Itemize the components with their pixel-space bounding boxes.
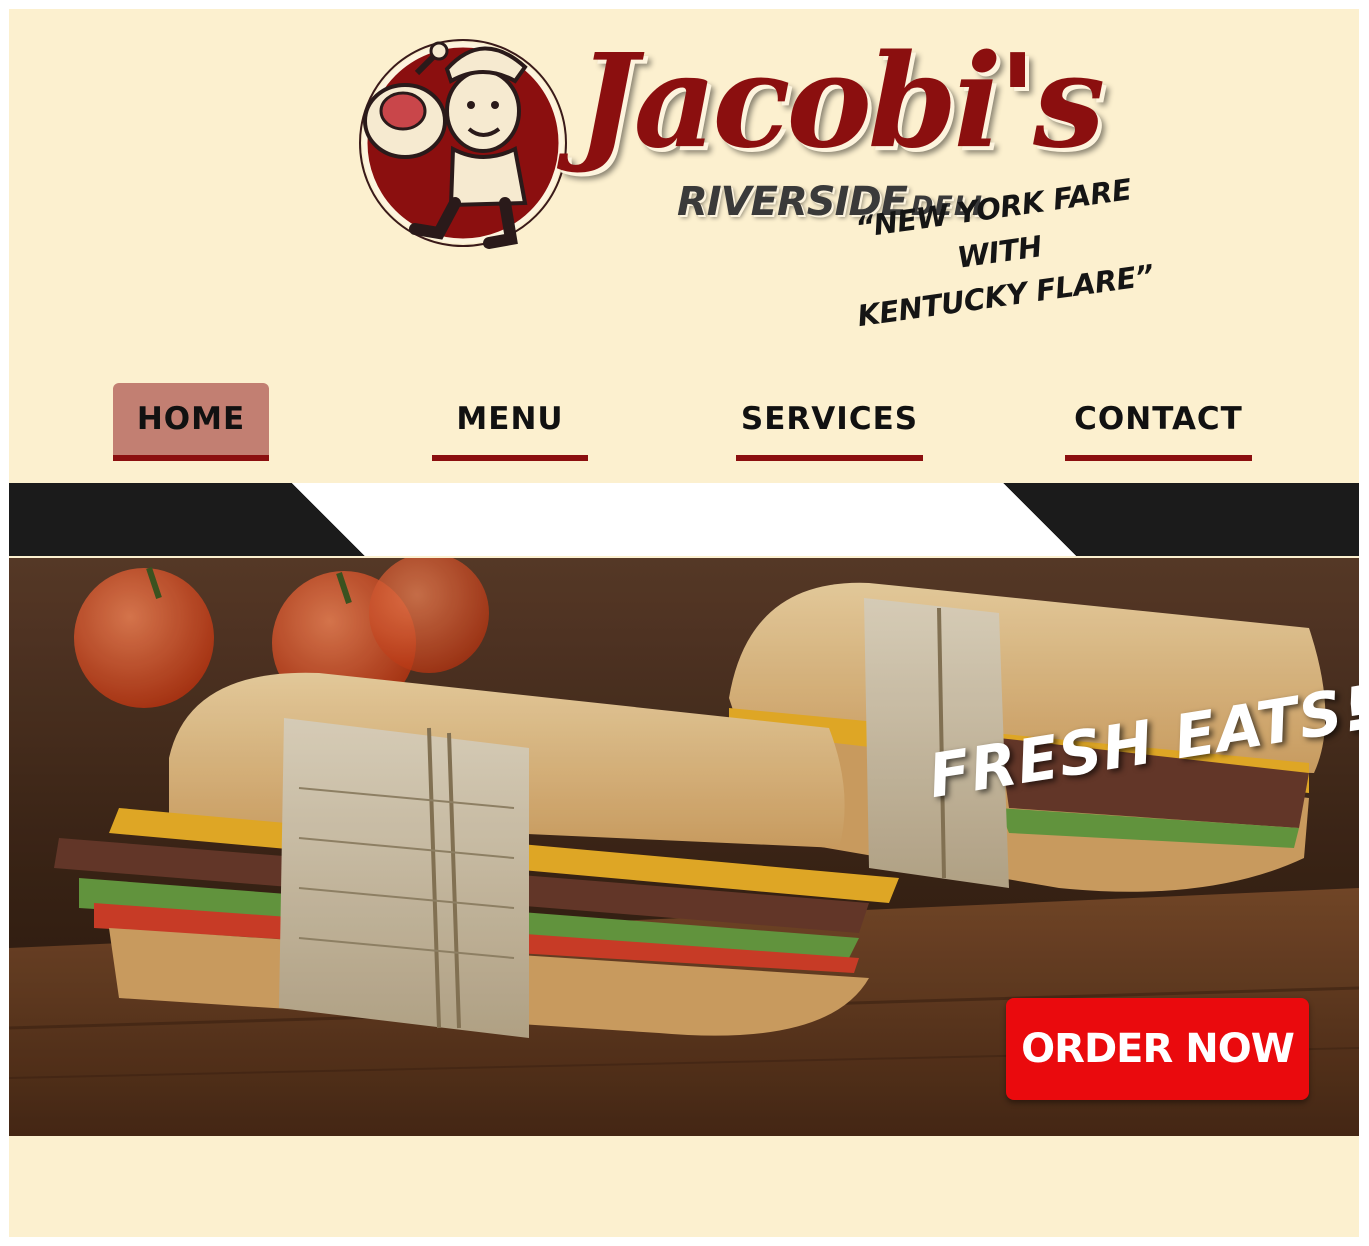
hero-banner: FRESH EATS! ORDER NOW xyxy=(9,558,1359,1136)
deli-mascot-icon xyxy=(359,39,567,249)
nav-home-label: HOME xyxy=(136,401,246,437)
brand-name: Jacobi's xyxy=(577,27,1105,177)
nav-services-label: SERVICES xyxy=(740,401,919,437)
nav-menu[interactable]: MENU xyxy=(432,383,588,461)
nav-services[interactable]: SERVICES xyxy=(736,383,923,461)
nav-contact[interactable]: CONTACT xyxy=(1065,383,1252,461)
page: Jacobi's RIVERSIDE DELI “NEW YORK FARE WI… xyxy=(9,9,1359,1237)
nav-contact-label: CONTACT xyxy=(1074,401,1243,437)
nav-home[interactable]: HOME xyxy=(113,383,269,461)
nav-menu-label: MENU xyxy=(456,401,564,437)
checkered-divider xyxy=(9,483,1359,556)
order-now-button[interactable]: ORDER NOW xyxy=(1006,998,1309,1100)
